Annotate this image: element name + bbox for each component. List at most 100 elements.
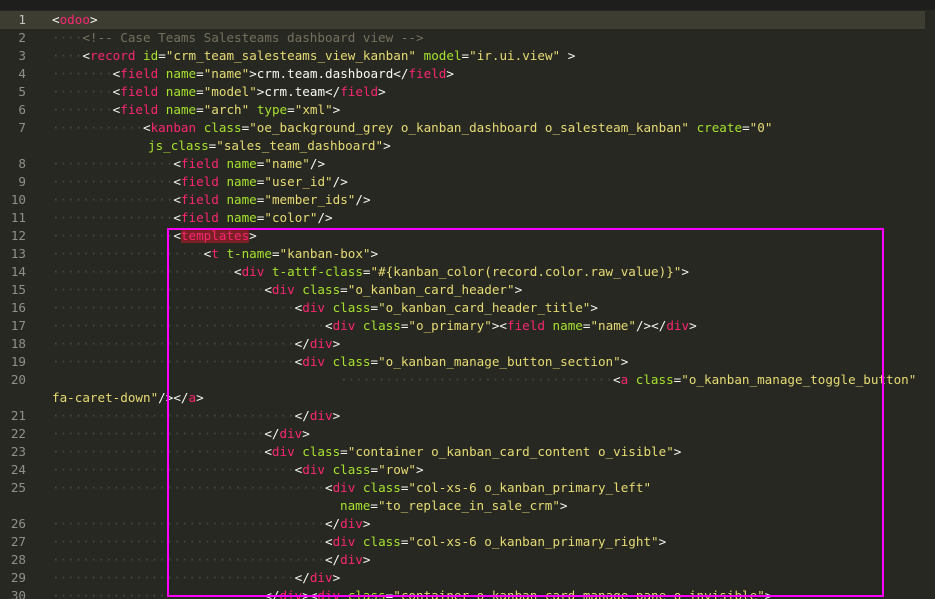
code-token: < — [233, 264, 242, 279]
line-text: ····································<div… — [52, 533, 666, 551]
indent-guide: ···································· — [340, 372, 613, 387]
code-token: "container o_kanban_card_manage_pane o_i… — [393, 588, 765, 599]
line-text: ················<field name="name"/> — [52, 155, 325, 173]
code-token: templates — [180, 228, 250, 243]
code-line[interactable]: 27 ····································<d… — [0, 533, 935, 551]
code-line[interactable]: 1 <odoo> — [0, 11, 935, 29]
code-line[interactable]: 13 ····················<t t-name="kanban-… — [0, 245, 935, 263]
line-number: 21 — [10, 408, 26, 423]
code-line[interactable]: 7 ············<kanban class = "oe_backgroun… — [0, 119, 935, 137]
code-token: div — [332, 480, 356, 495]
line-number: 23 — [10, 444, 26, 459]
code-token: < — [499, 318, 508, 333]
code-token: > — [332, 408, 341, 423]
code-token: kanban — [150, 120, 197, 135]
line-text: ····································<a c… — [340, 371, 935, 389]
code-line[interactable]: fa-caret-down"/></a> — [0, 389, 935, 407]
code-token: "ir.ui.view" — [469, 48, 561, 63]
code-token: > — [681, 264, 689, 279]
code-token: </ — [324, 552, 341, 567]
code-line[interactable]: 17 ····································<d… — [0, 317, 935, 335]
code-token: name — [226, 174, 257, 189]
code-line[interactable]: 28 ····································</… — [0, 551, 935, 569]
indent-guide: ········ — [52, 84, 113, 99]
code-line[interactable]: 8 ················<field name="name"/> — [0, 155, 935, 173]
code-line[interactable]: 5 ········<field name="model">crm.team</f… — [0, 83, 935, 101]
code-token: t-name — [226, 246, 272, 261]
code-token: /></ — [158, 390, 189, 405]
code-token: name — [165, 84, 197, 99]
code-token: > — [362, 552, 371, 567]
indent-guide: ···································· — [52, 534, 325, 549]
code-token: record — [89, 48, 136, 63]
code-line[interactable]: 19 ································<div c… — [0, 353, 935, 371]
code-token: /> — [309, 156, 326, 171]
code-line[interactable]: 6 ········<field name="arch" type="xml"> — [0, 101, 935, 119]
code-token: "xml" — [294, 102, 333, 117]
code-token: >< — [302, 588, 318, 599]
code-line[interactable]: 26 ····································</… — [0, 515, 935, 533]
code-line[interactable]: 24 ································<div c… — [0, 461, 935, 479]
code-line[interactable]: 18 ································</div> — [0, 335, 935, 353]
vertical-scrollbar[interactable] — [925, 10, 935, 599]
code-token: "crm_team_salesteams_view_kanban" — [165, 48, 417, 63]
code-token: name — [340, 498, 371, 513]
code-area[interactable]: 1 <odoo> 2 ····<!-- Case Teams Salesteams d… — [0, 10, 935, 599]
code-line[interactable]: 23 ····························<div class… — [0, 443, 935, 461]
code-token: > — [362, 516, 371, 531]
line-text: ································</div> — [52, 569, 340, 587]
code-line[interactable]: 14 ························<div t-attf-cl… — [0, 263, 935, 281]
code-line[interactable]: js_class="sales_team_dashboard"> — [0, 137, 935, 155]
code-line[interactable]: 21 ································</div> — [0, 407, 935, 425]
code-line[interactable]: 16 ································<div c… — [0, 299, 935, 317]
code-token: "o_kanban_manage_button_section" — [378, 354, 621, 369]
indent-guide: ················ — [52, 210, 174, 225]
code-token: = — [370, 462, 379, 477]
code-line[interactable]: 20 ····································<a… — [0, 371, 935, 389]
line-number: 12 — [10, 228, 26, 243]
code-line[interactable]: 10 ················<field name="member_id… — [0, 191, 935, 209]
line-number: 27 — [10, 534, 26, 549]
code-token: > — [514, 282, 523, 297]
code-token: "member_ids" — [264, 192, 356, 207]
code-token: "color" — [264, 210, 318, 225]
code-line[interactable]: 25 ····································<d… — [0, 479, 935, 497]
code-line[interactable]: 2 ····<!-- Case Teams Salesteams dashboar… — [0, 29, 935, 47]
indent-guide: ········ — [52, 66, 113, 81]
code-token: > — [378, 84, 386, 99]
line-text: ························<div t-attf-clas… — [52, 263, 689, 281]
code-token: < — [324, 534, 333, 549]
code-line[interactable]: 12 ················<templates> — [0, 227, 935, 245]
code-token: type — [256, 102, 288, 117]
line-text: <odoo> — [52, 11, 98, 29]
line-text: ····································<div… — [52, 479, 651, 497]
code-token: "#{kanban_color(record.color.raw_value)}… — [370, 264, 682, 279]
code-line[interactable]: 29 ································</div> — [0, 569, 935, 587]
line-text: ····<record id="crm_team_salesteams_view… — [52, 47, 575, 65]
code-line[interactable]: 11 ················<field name="color"/> — [0, 209, 935, 227]
indent-guide: ········ — [52, 102, 113, 117]
code-line[interactable]: 3 ····<record id="crm_team_salesteams_vie… — [0, 47, 935, 65]
code-line[interactable]: 22 ····························</div> — [0, 425, 935, 443]
code-line[interactable]: 15 ····························<div class… — [0, 281, 935, 299]
code-token: > — [764, 588, 773, 599]
line-number: 20 — [10, 372, 26, 387]
code-token: class — [302, 282, 341, 297]
code-token: class — [332, 462, 371, 477]
code-line[interactable]: 9 ················<field name="user_id"/> — [0, 173, 935, 191]
indent-guide: ································ — [52, 570, 295, 585]
code-token: > — [332, 570, 341, 585]
code-line[interactable]: name="to_replace_in_sale_crm"> — [0, 497, 935, 515]
code-line[interactable]: 30 ····························</div><div… — [0, 587, 935, 599]
code-line[interactable]: 4 ········<field name="name">crm.team.das… — [0, 65, 935, 83]
code-editor[interactable]: 1 <odoo> 2 ····<!-- Case Teams Salesteams d… — [0, 0, 935, 599]
code-token: div — [302, 354, 325, 369]
code-token: class — [362, 480, 401, 495]
line-text: ································<div cla… — [52, 299, 598, 317]
code-token: </ — [264, 588, 280, 599]
indent-guide: ···························· — [52, 588, 265, 599]
line-text: ········<field name="arch" type="xml"> — [52, 101, 340, 119]
code-token: "0" — [749, 120, 773, 135]
